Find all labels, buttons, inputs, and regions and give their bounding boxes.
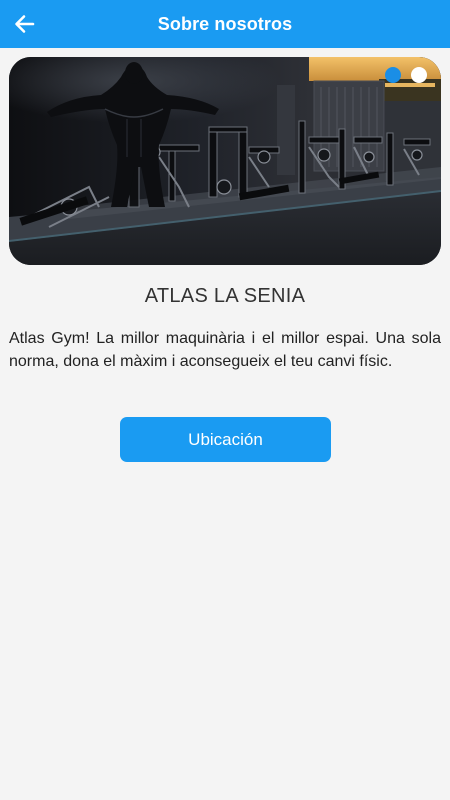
app-bar: Sobre nosotros	[0, 0, 450, 48]
page-title: Sobre nosotros	[157, 13, 293, 34]
gym-description: Atlas Gym! La millor maquinària i el mil…	[9, 330, 441, 370]
image-carousel[interactable]	[9, 57, 441, 265]
carousel-dot-1[interactable]	[385, 67, 401, 83]
arrow-left-icon	[15, 15, 35, 33]
back-button[interactable]	[10, 10, 38, 38]
gym-interior-photo	[9, 57, 441, 265]
carousel-dot-2[interactable]	[411, 67, 427, 83]
location-button[interactable]: Ubicación	[120, 417, 331, 462]
gym-name-heading: ATLAS LA SENIA	[144, 285, 306, 307]
